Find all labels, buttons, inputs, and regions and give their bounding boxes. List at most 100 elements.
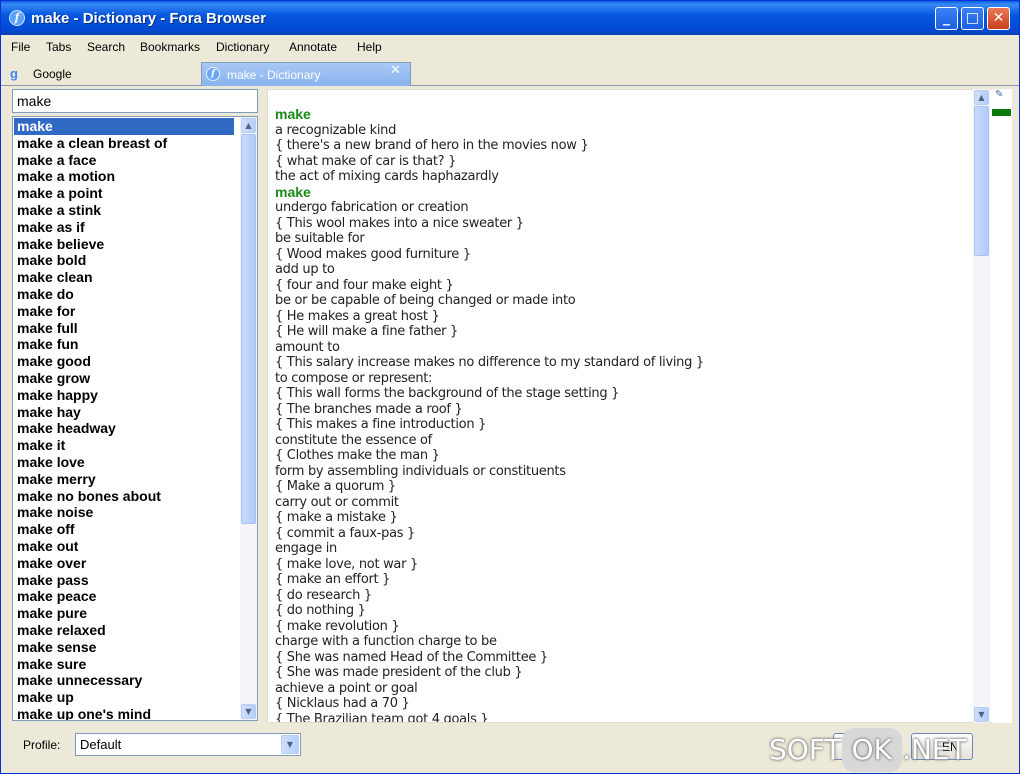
definition-line: { Clothes make the man } bbox=[275, 448, 440, 463]
definition-line: be or be capable of being changed or mad… bbox=[275, 293, 576, 308]
google-icon: g bbox=[10, 66, 18, 81]
word-list-item[interactable]: make pass bbox=[14, 572, 240, 589]
menu-bar: File Tabs Search Bookmarks Dictionary An… bbox=[1, 36, 1019, 58]
word-list-item[interactable]: make grow bbox=[14, 370, 240, 387]
word-list-item[interactable]: make bold bbox=[14, 252, 240, 269]
word-list-item[interactable]: make happy bbox=[14, 387, 240, 404]
definition-scroll-up-icon[interactable]: ▲ bbox=[974, 90, 989, 105]
word-list-item[interactable]: make do bbox=[14, 286, 240, 303]
definition-line: { do nothing } bbox=[275, 603, 366, 618]
definition-scroll-down-icon[interactable]: ▼ bbox=[974, 707, 989, 722]
menu-file[interactable]: File bbox=[11, 40, 30, 54]
definition-scroll-track[interactable]: ▲ ▼ bbox=[973, 89, 990, 723]
title-bar[interactable]: f make - Dictionary - Fora Browser _ □ ✕ bbox=[1, 1, 1019, 35]
word-list-item[interactable]: make pure bbox=[14, 605, 240, 622]
scroll-thumb[interactable] bbox=[241, 134, 256, 524]
word-list-item[interactable]: make unnecessary bbox=[14, 672, 240, 689]
word-list-item[interactable]: make a clean breast of bbox=[14, 135, 240, 152]
definition-line: { Make a quorum } bbox=[275, 479, 396, 494]
word-list-item[interactable]: make up bbox=[14, 689, 240, 706]
word-list-item[interactable]: make bbox=[14, 118, 234, 135]
watermark: SOFT OK .NET bbox=[769, 728, 1015, 772]
word-list-item[interactable]: make noise bbox=[14, 504, 240, 521]
word-list-item[interactable]: make for bbox=[14, 303, 240, 320]
menu-dictionary[interactable]: Dictionary bbox=[216, 40, 269, 54]
word-list-item[interactable]: make clean bbox=[14, 269, 240, 286]
word-list-item[interactable]: make relaxed bbox=[14, 622, 240, 639]
word-list-item[interactable]: make love bbox=[14, 454, 240, 471]
profile-value: Default bbox=[80, 737, 122, 752]
annotation-margin: ✎ bbox=[992, 89, 1012, 723]
menu-search[interactable]: Search bbox=[87, 40, 125, 54]
word-list-item[interactable]: make no bones about bbox=[14, 488, 240, 505]
tab-dictionary-label: make - Dictionary bbox=[227, 68, 321, 82]
annotation-marker[interactable] bbox=[992, 109, 1011, 116]
word-list-item[interactable]: make a motion bbox=[14, 168, 240, 185]
watermark-suffix: .NET bbox=[901, 733, 967, 766]
tab-bar: g Google f make - Dictionary ✕ bbox=[1, 60, 1019, 86]
word-list-item[interactable]: make sure bbox=[14, 656, 240, 673]
profile-label: Profile: bbox=[23, 738, 61, 752]
maximize-button[interactable]: □ bbox=[961, 7, 984, 30]
minimize-button[interactable]: _ bbox=[935, 7, 958, 30]
word-list[interactable]: make make a clean breast of make a face mak… bbox=[12, 116, 258, 721]
annotate-icon[interactable]: ✎ bbox=[995, 89, 1003, 100]
close-button[interactable]: ✕ bbox=[987, 7, 1010, 30]
search-input[interactable] bbox=[12, 89, 258, 113]
definition-line: { make a mistake } bbox=[275, 510, 398, 525]
close-tab-icon[interactable]: ✕ bbox=[390, 63, 401, 78]
menu-help[interactable]: Help bbox=[357, 40, 382, 54]
word-list-item[interactable]: make merry bbox=[14, 471, 240, 488]
tab-google-label: Google bbox=[33, 67, 72, 81]
definition-line: add up to bbox=[275, 262, 335, 277]
definition-line: be suitable for bbox=[275, 231, 365, 246]
definition-line: achieve a point or goal bbox=[275, 680, 418, 696]
word-list-item[interactable]: make fun bbox=[14, 336, 240, 353]
menu-bookmarks[interactable]: Bookmarks bbox=[140, 40, 200, 54]
word-list-item[interactable]: make it bbox=[14, 437, 240, 454]
definition-line: { This wall forms the background of the … bbox=[275, 386, 620, 401]
definition-line: { what make of car is that? } bbox=[275, 153, 457, 169]
word-list-item[interactable]: make good bbox=[14, 353, 240, 370]
word-list-item[interactable]: make as if bbox=[14, 219, 240, 236]
scroll-down-icon[interactable]: ▼ bbox=[241, 704, 256, 719]
definition-line: { This salary increase makes no differen… bbox=[275, 355, 704, 370]
definition-scroll-thumb[interactable] bbox=[974, 106, 989, 256]
definition-scrollbar[interactable]: ▲ ▼ bbox=[973, 89, 990, 723]
chevron-down-icon[interactable]: ▼ bbox=[281, 735, 299, 754]
definition-line: { make love, not war } bbox=[275, 556, 418, 572]
definition-line: { He will make a fine father } bbox=[275, 324, 459, 339]
word-list-item[interactable]: make hay bbox=[14, 404, 240, 421]
word-list-item[interactable]: make full bbox=[14, 320, 240, 337]
word-list-item[interactable]: make a stink bbox=[14, 202, 240, 219]
scroll-up-icon[interactable]: ▲ bbox=[241, 118, 256, 133]
definition-pane: make a recognizable kind{ there's a new b… bbox=[267, 89, 994, 723]
tab-dictionary[interactable]: f make - Dictionary ✕ bbox=[201, 62, 411, 86]
definition-line: amount to bbox=[275, 339, 340, 355]
profile-select[interactable]: Default ▼ bbox=[75, 733, 301, 756]
menu-tabs[interactable]: Tabs bbox=[46, 40, 71, 54]
word-list-item[interactable]: make a point bbox=[14, 185, 240, 202]
word-list-item[interactable]: make out bbox=[14, 538, 240, 555]
headword: make bbox=[275, 183, 311, 200]
word-list-scrollbar[interactable]: ▲ ▼ bbox=[240, 117, 257, 720]
definition-line: { do research } bbox=[275, 587, 372, 603]
word-list-item[interactable]: make peace bbox=[14, 588, 240, 605]
word-list-item[interactable]: make off bbox=[14, 521, 240, 538]
definition-line: { make revolution } bbox=[275, 618, 400, 634]
definition-text: make a recognizable kind{ there's a new b… bbox=[275, 106, 965, 722]
definition-line: { there's a new brand of hero in the mov… bbox=[275, 138, 589, 153]
word-list-item[interactable]: make headway bbox=[14, 420, 240, 437]
definition-line: { The branches made a roof } bbox=[275, 401, 463, 417]
definition-line: undergo fabrication or creation bbox=[275, 200, 469, 215]
definition-line: form by assembling individuals or consti… bbox=[275, 463, 566, 479]
word-list-item[interactable]: make believe bbox=[14, 236, 240, 253]
watermark-pill: OK bbox=[841, 728, 902, 772]
word-list-item[interactable]: make a face bbox=[14, 152, 240, 169]
window-title: make - Dictionary - Fora Browser bbox=[31, 10, 267, 27]
word-list-item[interactable]: make up one's mind bbox=[14, 706, 240, 720]
tab-google[interactable]: g Google bbox=[7, 62, 199, 86]
word-list-item[interactable]: make sense bbox=[14, 639, 240, 656]
menu-annotate[interactable]: Annotate bbox=[289, 40, 337, 54]
word-list-item[interactable]: make over bbox=[14, 555, 240, 572]
